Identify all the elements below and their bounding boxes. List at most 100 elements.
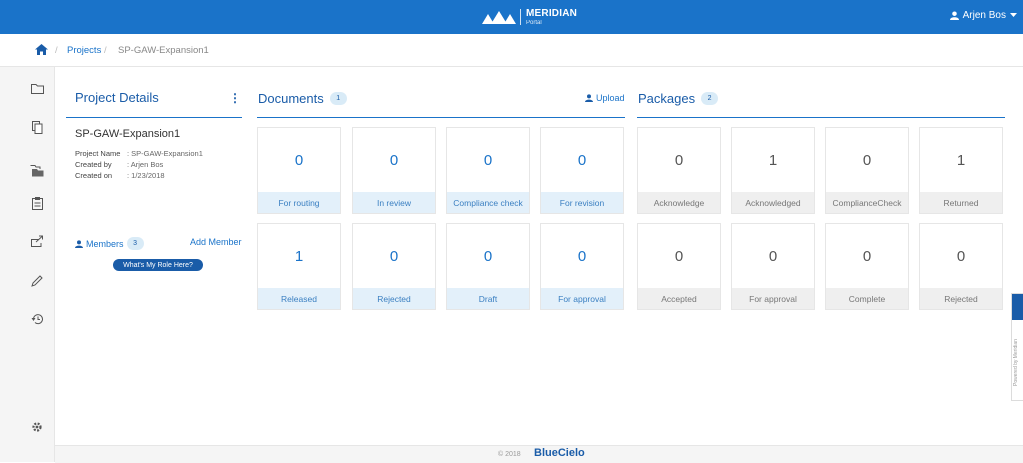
doc-tile-released[interactable]: 1 Released (257, 223, 341, 310)
clipboard-icon[interactable] (30, 196, 44, 210)
tile-label: Compliance check (447, 192, 529, 213)
home-icon[interactable] (35, 44, 48, 55)
tile-count: 0 (862, 248, 872, 265)
sidebar (0, 67, 55, 462)
pkg-tile-returned[interactable]: 1 Returned (919, 127, 1003, 214)
tile-count: 0 (577, 248, 587, 265)
tile-label: Complete (826, 288, 908, 309)
caret-down-icon (1010, 13, 1017, 17)
breadcrumb-projects-link[interactable]: Projects (67, 45, 101, 56)
pkg-tile-accepted[interactable]: 0 Accepted (637, 223, 721, 310)
tile-label: ComplianceCheck (826, 192, 908, 213)
logo-text: MERIDIAN Portal (526, 7, 578, 26)
tile-label: For approval (732, 288, 814, 309)
doc-tile-for-approval[interactable]: 0 For approval (540, 223, 624, 310)
members-link[interactable]: Members 3 (75, 237, 144, 250)
doc-tile-draft[interactable]: 0 Draft (446, 223, 530, 310)
documents-divider (257, 117, 625, 118)
doc-tile-rejected[interactable]: 0 Rejected (352, 223, 436, 310)
tile-label: For revision (541, 192, 623, 213)
breadcrumb: / Projects / SP-GAW-Expansion1 (0, 34, 1023, 67)
meta-key-project-name: Project Name (75, 149, 121, 158)
logo-divider (520, 9, 521, 25)
tile-label: Accepted (638, 288, 720, 309)
pkg-tile-complete[interactable]: 0 Complete (825, 223, 909, 310)
brand-name: MERIDIAN (526, 7, 578, 19)
copy-icon[interactable] (30, 120, 44, 134)
packages-count-badge: 2 (701, 92, 719, 105)
meridian-logo-mark-icon (482, 11, 516, 24)
packages-divider (637, 117, 1005, 118)
history-icon[interactable] (30, 312, 44, 326)
top-bar: MERIDIAN Portal Arjen Bos (0, 0, 1023, 34)
project-details-title: Project Details (75, 90, 159, 105)
documents-title: Documents (258, 91, 324, 106)
tile-label: Acknowledge (638, 192, 720, 213)
upload-label: Upload (596, 93, 625, 103)
breadcrumb-separator: / (55, 45, 58, 56)
project-details-menu-icon[interactable]: ⋮ (229, 91, 241, 105)
project-title: SP-GAW-Expansion1 (75, 128, 181, 140)
breadcrumb-current: SP-GAW-Expansion1 (118, 45, 209, 56)
meta-value-project-name: : SP-GAW-Expansion1 (127, 149, 203, 158)
footer: © 2018 BlueCielo (55, 445, 1023, 463)
brand-sub: Portal (526, 19, 542, 26)
tile-count: 0 (483, 248, 493, 265)
tile-count: 0 (389, 248, 399, 265)
pencil-icon[interactable] (30, 274, 44, 288)
whats-my-role-button[interactable]: What's My Role Here? (113, 259, 203, 271)
folder-stack-icon[interactable] (30, 164, 44, 178)
tile-label: For approval (541, 288, 623, 309)
pkg-tile-compliance-check[interactable]: 0 ComplianceCheck (825, 127, 909, 214)
members-count-badge: 3 (126, 237, 144, 250)
tile-count: 1 (956, 152, 966, 169)
pkg-tile-acknowledged[interactable]: 1 Acknowledged (731, 127, 815, 214)
meta-value-created-on: : 1/23/2018 (127, 171, 165, 180)
footer-brand-logo[interactable]: BlueCielo (534, 447, 585, 459)
doc-tile-in-review[interactable]: 0 In review (352, 127, 436, 214)
tile-count: 0 (674, 152, 684, 169)
tile-label: In review (353, 192, 435, 213)
tile-label: Released (258, 288, 340, 309)
meta-value-created-by: : Arjen Bos (127, 160, 164, 169)
tile-count: 0 (389, 152, 399, 169)
pkg-tile-rejected[interactable]: 0 Rejected (919, 223, 1003, 310)
tile-count: 0 (483, 152, 493, 169)
tile-count: 1 (768, 152, 778, 169)
project-details-divider (66, 117, 242, 118)
tile-label: Acknowledged (732, 192, 814, 213)
footer-copyright: © 2018 (498, 451, 521, 458)
packages-header: Packages 2 (638, 91, 719, 106)
tile-label: Rejected (353, 288, 435, 309)
tile-count: 0 (956, 248, 966, 265)
folder-icon[interactable] (30, 81, 44, 95)
packages-title: Packages (638, 91, 696, 106)
tile-label: Returned (920, 192, 1002, 213)
tile-label: Rejected (920, 288, 1002, 309)
pkg-tile-for-approval[interactable]: 0 For approval (731, 223, 815, 310)
tile-count: 0 (294, 152, 304, 169)
add-member-link[interactable]: Add Member (190, 237, 242, 247)
doc-tile-for-revision[interactable]: 0 For revision (540, 127, 624, 214)
user-icon (949, 11, 959, 20)
documents-count-badge: 1 (329, 92, 347, 105)
meridian-logo[interactable]: MERIDIAN Portal (482, 6, 577, 28)
meta-key-created-on: Created on (75, 171, 113, 180)
user-menu[interactable]: Arjen Bos (949, 10, 1017, 21)
pkg-tile-acknowledge[interactable]: 0 Acknowledge (637, 127, 721, 214)
side-widget-header (1012, 294, 1023, 320)
meta-key-created-by: Created by (75, 160, 112, 169)
members-label: Members (86, 238, 124, 249)
tile-count: 1 (294, 248, 304, 265)
user-name: Arjen Bos (962, 10, 1006, 21)
doc-tile-compliance-check[interactable]: 0 Compliance check (446, 127, 530, 214)
upload-button[interactable]: Upload (585, 93, 625, 103)
side-feedback-widget[interactable]: Powered by Meridian (1011, 293, 1023, 401)
tile-count: 0 (577, 152, 587, 169)
export-icon[interactable] (30, 234, 44, 248)
gear-icon[interactable] (30, 420, 44, 434)
upload-user-icon (585, 94, 593, 102)
tile-label: Draft (447, 288, 529, 309)
doc-tile-for-routing[interactable]: 0 For routing (257, 127, 341, 214)
user-icon (75, 239, 83, 248)
